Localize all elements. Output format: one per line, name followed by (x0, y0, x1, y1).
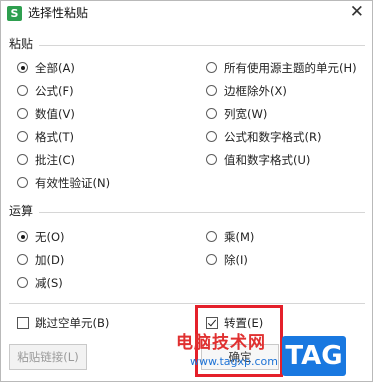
radio-icon[interactable] (17, 177, 28, 188)
radio-icon[interactable] (17, 131, 28, 142)
title-bar: S 选择性粘贴 ✕ (1, 1, 372, 27)
radio-icon[interactable] (17, 277, 28, 288)
radio-icon[interactable] (206, 131, 217, 142)
watermark-site-name: 电脑技术网 (176, 333, 266, 353)
radio-icon[interactable] (206, 85, 217, 96)
radio-icon[interactable] (206, 231, 217, 242)
radio-icon[interactable] (206, 62, 217, 73)
radio-icon[interactable] (17, 154, 28, 165)
checkbox-icon[interactable] (17, 317, 29, 329)
operation-section-title: 运算 (9, 204, 34, 218)
close-icon[interactable]: ✕ (350, 2, 364, 22)
watermark-url: www.tagxp.com (190, 355, 278, 368)
checkbox-section-divider (9, 303, 365, 304)
operation-section-divider (39, 212, 365, 213)
radio-icon[interactable] (17, 254, 28, 265)
radio-selected-icon[interactable] (17, 231, 28, 242)
paste-special-dialog: S 选择性粘贴 ✕ 粘贴 全部(A) 所有使用源主题的单元(H) 公式(F) 边… (0, 0, 373, 382)
radio-icon[interactable] (206, 254, 217, 265)
paste-link-button[interactable]: 粘贴链接(L) (9, 344, 87, 370)
radio-selected-icon[interactable] (17, 62, 28, 73)
paste-section-title: 粘贴 (9, 37, 34, 51)
dialog-title: 选择性粘贴 (28, 6, 89, 20)
radio-icon[interactable] (17, 108, 28, 119)
watermark-tag-logo: TAG (282, 336, 346, 376)
radio-icon[interactable] (206, 154, 217, 165)
paste-section-divider (39, 45, 365, 46)
spreadsheet-app-icon: S (7, 6, 22, 21)
radio-icon[interactable] (17, 85, 28, 96)
radio-icon[interactable] (206, 108, 217, 119)
